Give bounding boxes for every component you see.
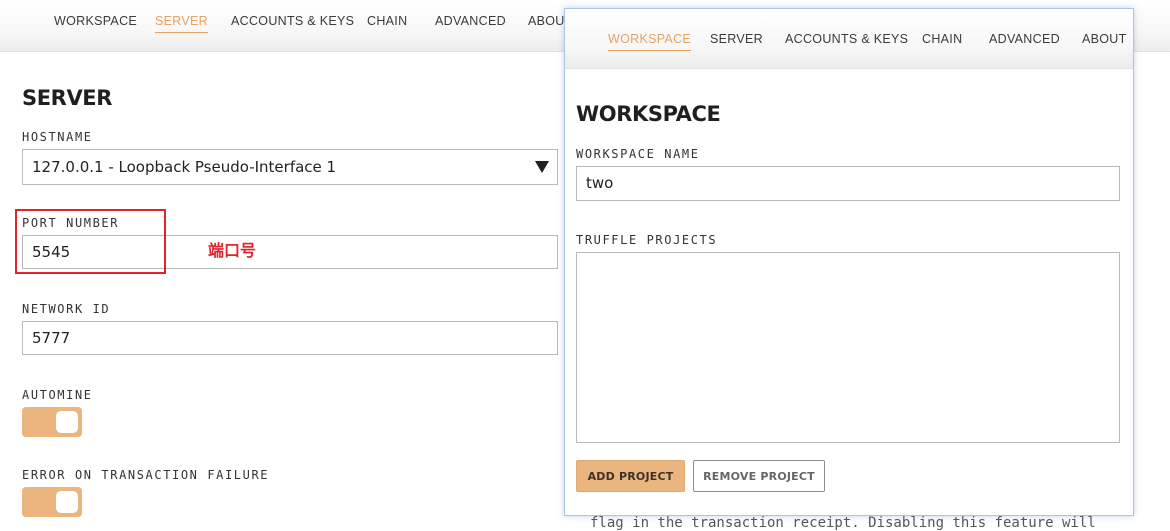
port-annotation: 端口号 (208, 241, 257, 260)
automine-label: AUTOMINE (22, 388, 93, 402)
truffle-projects-label: TRUFFLE PROJECTS (576, 233, 718, 247)
toggle-knob (56, 491, 78, 513)
nav-tab-workspace[interactable]: WORKSPACE (608, 32, 692, 51)
nav-tab-accounts-keys[interactable]: ACCOUNTS & KEYS (231, 14, 354, 32)
nav-tab-workspace[interactable]: WORKSPACE (54, 14, 137, 32)
workspace-settings-window: WORKSPACE SERVER ACCOUNTS & KEYS CHAIN A… (564, 8, 1134, 516)
hostname-value: 127.0.0.1 - Loopback Pseudo-Interface 1 (32, 158, 337, 176)
nav-tab-about[interactable]: ABOUT (1082, 32, 1127, 50)
nav-tab-chain[interactable]: CHAIN (367, 14, 407, 32)
section-title: WORKSPACE (576, 102, 721, 126)
error-on-tx-failure-label: ERROR ON TRANSACTION FAILURE (22, 468, 270, 482)
add-project-button[interactable]: ADD PROJECT (576, 460, 685, 492)
section-title: SERVER (22, 86, 113, 110)
workspace-name-label: WORKSPACE NAME (576, 147, 700, 161)
caret-down-icon (535, 161, 549, 173)
nav-tab-server[interactable]: SERVER (710, 32, 763, 50)
toggle-knob (56, 411, 78, 433)
workspace-name-input[interactable]: two (576, 166, 1120, 201)
error-on-tx-failure-toggle[interactable] (22, 487, 82, 517)
network-id-input[interactable]: 5777 (22, 321, 558, 355)
hostname-select[interactable]: 127.0.0.1 - Loopback Pseudo-Interface 1 (22, 149, 558, 185)
top-nav: WORKSPACE SERVER ACCOUNTS & KEYS CHAIN A… (565, 9, 1133, 69)
nav-tab-advanced[interactable]: ADVANCED (989, 32, 1060, 50)
description-text: flag in the transaction receipt. Disabli… (590, 515, 1096, 531)
nav-tab-advanced[interactable]: ADVANCED (435, 14, 506, 32)
highlight-box (15, 209, 166, 274)
nav-tab-accounts-keys[interactable]: ACCOUNTS & KEYS (785, 32, 908, 50)
truffle-projects-list[interactable] (576, 252, 1120, 443)
remove-project-button[interactable]: REMOVE PROJECT (693, 460, 825, 492)
hostname-label: HOSTNAME (22, 130, 93, 144)
nav-tab-chain[interactable]: CHAIN (922, 32, 962, 50)
network-id-label: NETWORK ID (22, 302, 111, 316)
automine-toggle[interactable] (22, 407, 82, 437)
nav-tab-server[interactable]: SERVER (155, 14, 208, 33)
